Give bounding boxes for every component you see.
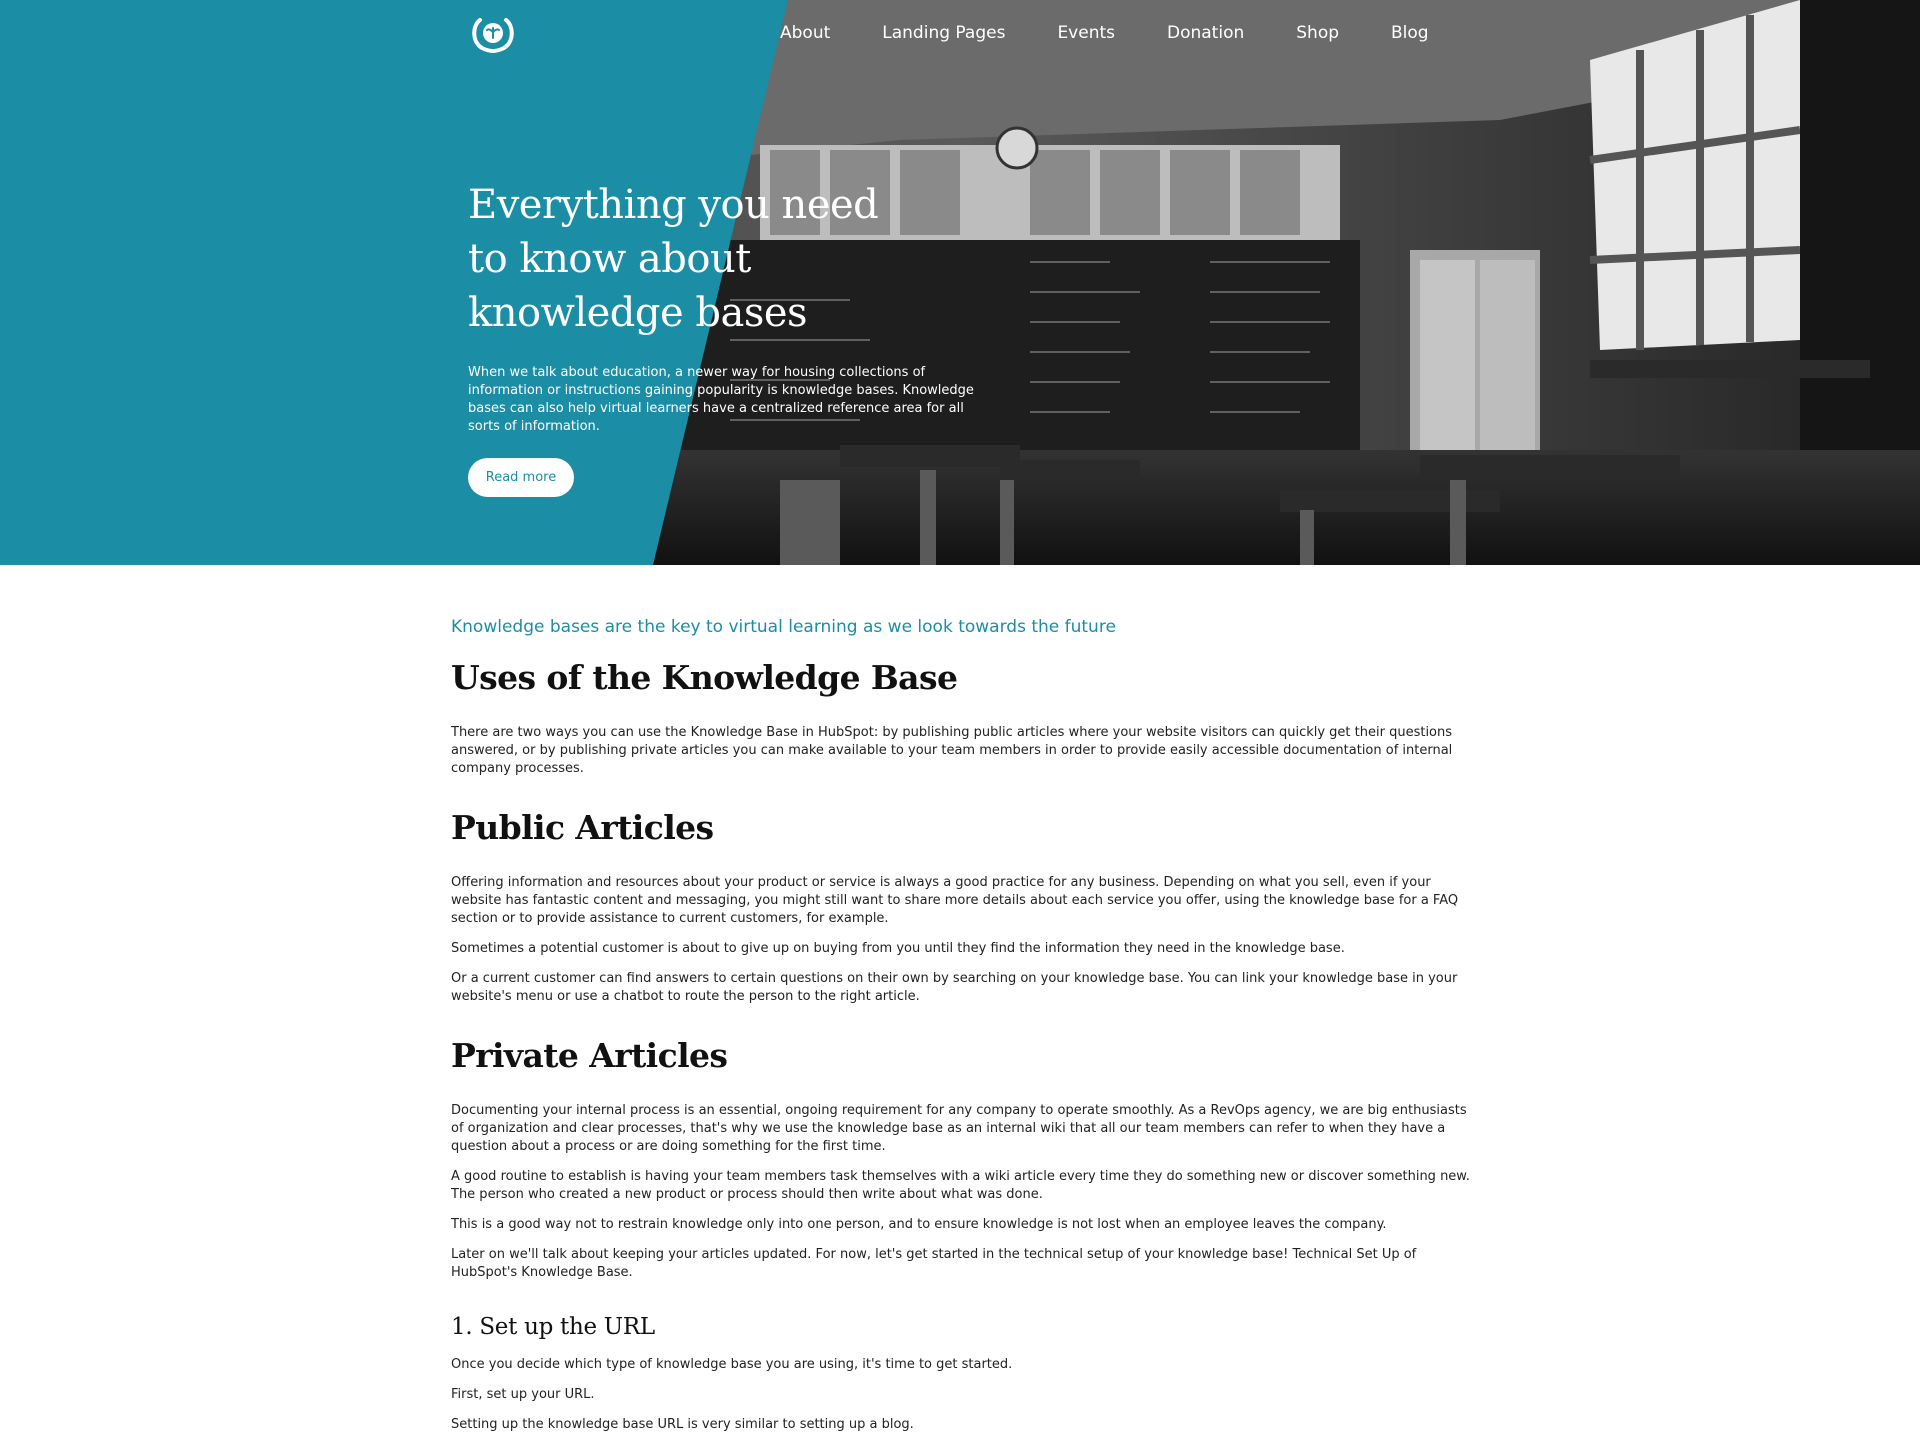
section-heading: Public Articles [451, 808, 714, 847]
paragraph: First, set up your URL. [451, 1387, 595, 1402]
hero-title: Everything you need to know about knowle… [468, 182, 879, 336]
nav-landing-pages[interactable]: Landing Pages [882, 23, 1005, 43]
main-nav: About Landing Pages Events Donation Shop… [780, 0, 1429, 66]
nav-events[interactable]: Events [1057, 23, 1115, 43]
article-body: Knowledge bases are the key to virtual l… [451, 615, 1471, 1440]
hero-teal-panel [0, 0, 788, 565]
read-more-button[interactable]: Read more [468, 458, 574, 497]
hero-description: When we talk about education, a newer wa… [468, 365, 974, 434]
paragraph: Setting up the knowledge base URL is ver… [451, 1417, 914, 1432]
nav-donation[interactable]: Donation [1167, 23, 1244, 43]
paragraph: Or a current customer can find answers t… [451, 971, 1458, 1004]
paragraph: Once you decide which type of knowledge … [451, 1357, 1013, 1372]
paragraph: Sometimes a potential customer is about … [451, 941, 1345, 956]
article-lead: Knowledge bases are the key to virtual l… [451, 617, 1116, 637]
nav-about[interactable]: About [780, 23, 830, 43]
paragraph: A good routine to establish is having yo… [451, 1169, 1470, 1202]
paragraph: There are two ways you can use the Knowl… [451, 725, 1453, 776]
nav-shop[interactable]: Shop [1296, 23, 1339, 43]
subsection-heading: 1. Set up the URL [451, 1314, 655, 1340]
paragraph: Offering information and resources about… [451, 875, 1459, 926]
section-heading: Private Articles [451, 1036, 728, 1075]
section-heading: Uses of the Knowledge Base [451, 658, 958, 697]
nav-blog[interactable]: Blog [1391, 23, 1429, 43]
paragraph: Later on we'll talk about keeping your a… [451, 1247, 1417, 1280]
paragraph: Documenting your internal process is an … [451, 1103, 1467, 1154]
hero-section: About Landing Pages Events Donation Shop… [0, 0, 1920, 565]
logo-icon[interactable] [470, 14, 516, 54]
paragraph: This is a good way not to restrain knowl… [451, 1217, 1387, 1232]
